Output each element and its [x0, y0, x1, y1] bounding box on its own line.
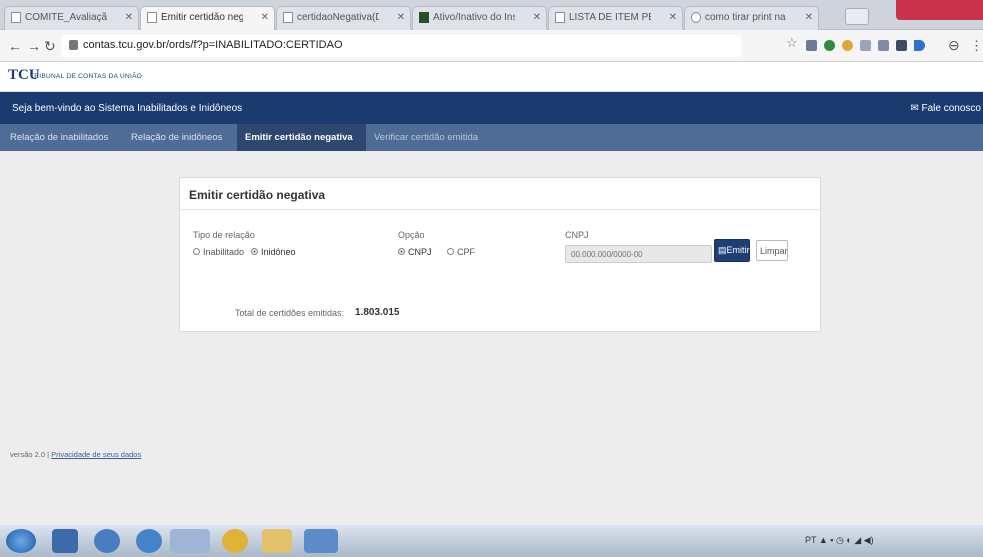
chat-icon: ✉	[910, 103, 919, 114]
contact-label: Fale conosco	[921, 103, 981, 114]
extension-icon[interactable]	[914, 40, 925, 51]
radio-inidoneo[interactable]: Inidôneo	[251, 247, 296, 257]
clear-button[interactable]: Limpar	[756, 240, 788, 261]
os-taskbar: PT ▲ ▪ ◷ ◐ ◢ ◀)	[0, 525, 983, 557]
extension-icon[interactable]	[878, 40, 889, 51]
document-icon: ▤	[718, 245, 727, 255]
browser-tab[interactable]: COMITE_Avaliação_x✕	[4, 6, 139, 30]
page-icon	[419, 12, 429, 23]
emit-button[interactable]: ▤Emitir	[714, 239, 750, 262]
main-nav: Relação de inabilitados Relação de inidô…	[0, 124, 983, 151]
version-text: versão 2.0	[10, 450, 46, 459]
tcu-logo-text: TRIBUNAL DE CONTAS DA UNIÃO	[30, 73, 143, 80]
close-icon[interactable]: ✕	[805, 12, 813, 23]
extension-icon[interactable]	[806, 40, 817, 51]
app-icon[interactable]	[304, 529, 338, 553]
page-icon	[11, 12, 21, 23]
chrome-icon[interactable]	[170, 529, 210, 553]
radio-button-selected-icon	[251, 248, 258, 255]
radio-button-selected-icon	[398, 248, 405, 255]
cnpj-label: CNPJ	[565, 230, 589, 240]
extension-icon[interactable]	[860, 40, 871, 51]
start-button-icon[interactable]	[6, 529, 36, 553]
browser-tab[interactable]: certidaoNegativa(Dúvid✕	[276, 6, 411, 30]
browser-tab[interactable]: Ativo/Inativo do Instr ✕	[412, 6, 547, 30]
privacy-link[interactable]: Privacidade de seus dados	[51, 450, 141, 459]
browser-tab[interactable]: LISTA DE ITEM PEF(M✕	[548, 6, 683, 30]
browser-tab[interactable]: como tirar print na p ✕	[684, 6, 819, 30]
folder-icon[interactable]	[262, 529, 292, 553]
address-bar-row: ← → ↻ contas.tcu.gov.br/ords/f?p=INABILI…	[0, 30, 983, 62]
browser-tab-strip: COMITE_Avaliação_x✕ Emitir certidão nega…	[0, 0, 983, 30]
ie-icon[interactable]	[94, 529, 120, 553]
option-label: Opção	[398, 230, 425, 240]
browser-menu-icon[interactable]: ⋮	[970, 38, 983, 54]
total-value: 1.803.015	[355, 307, 400, 318]
close-icon[interactable]: ✕	[397, 12, 405, 23]
new-tab-button[interactable]	[845, 8, 869, 25]
bookmark-star-icon[interactable]: ☆	[786, 35, 798, 51]
cnpj-input[interactable]	[565, 245, 712, 263]
lock-icon	[69, 40, 78, 50]
forward-icon[interactable]: →	[27, 38, 41, 54]
close-icon[interactable]: ✕	[261, 12, 269, 23]
radio-cpf[interactable]: CPF	[447, 247, 475, 257]
extension-icon[interactable]	[824, 40, 835, 51]
close-icon[interactable]: ✕	[533, 12, 541, 23]
nav-item-verificar-certidao[interactable]: Verificar certidão emitida	[374, 124, 494, 151]
back-icon[interactable]: ←	[8, 38, 22, 54]
extension-icon[interactable]	[896, 40, 907, 51]
profile-icon[interactable]: ⊖	[948, 37, 960, 54]
page-icon	[147, 12, 157, 23]
explorer-icon[interactable]	[52, 529, 78, 553]
app-icon[interactable]	[136, 529, 162, 553]
close-icon[interactable]: ✕	[669, 12, 677, 23]
browser-tab-active[interactable]: Emitir certidão negativa✕	[140, 6, 275, 30]
url-input[interactable]: contas.tcu.gov.br/ords/f?p=INABILITADO:C…	[61, 35, 741, 57]
site-header: TCU TRIBUNAL DE CONTAS DA UNIÃO	[0, 62, 983, 92]
radio-inabilitado[interactable]: Inabilitado	[193, 247, 244, 257]
welcome-banner: Seja bem-vindo ao Sistema Inabilitados e…	[0, 92, 983, 124]
version-footer: versão 2.0 | Privacidade de seus dados	[10, 450, 142, 459]
total-label: Total de certidões emitidas:	[235, 308, 345, 318]
nav-item-inabilitados[interactable]: Relação de inabilitados	[10, 124, 125, 151]
radio-button-icon	[193, 248, 200, 255]
nav-item-inidoneos[interactable]: Relação de inidôneos	[131, 124, 235, 151]
app-icon[interactable]	[222, 529, 248, 553]
contact-link[interactable]: ✉ Fale conosco	[910, 103, 981, 114]
page-icon	[283, 12, 293, 23]
welcome-text: Seja bem-vindo ao Sistema Inabilitados e…	[12, 103, 243, 114]
close-icon[interactable]: ✕	[125, 12, 133, 23]
reload-icon[interactable]: ↻	[44, 38, 56, 55]
relation-type-label: Tipo de relação	[193, 230, 255, 240]
system-tray[interactable]: PT ▲ ▪ ◷ ◐ ◢ ◀)	[805, 535, 874, 546]
form-title: Emitir certidão negativa	[180, 178, 820, 210]
radio-cnpj[interactable]: CNPJ	[398, 247, 432, 257]
extension-icon[interactable]	[842, 40, 853, 51]
nav-item-emitir-certidao[interactable]: Emitir certidão negativa	[237, 124, 366, 151]
page-icon	[555, 12, 565, 23]
window-controls[interactable]	[896, 0, 983, 20]
certidao-form-card: Emitir certidão negativa Tipo de relação…	[179, 177, 821, 332]
radio-button-icon	[447, 248, 454, 255]
google-icon	[691, 12, 701, 23]
